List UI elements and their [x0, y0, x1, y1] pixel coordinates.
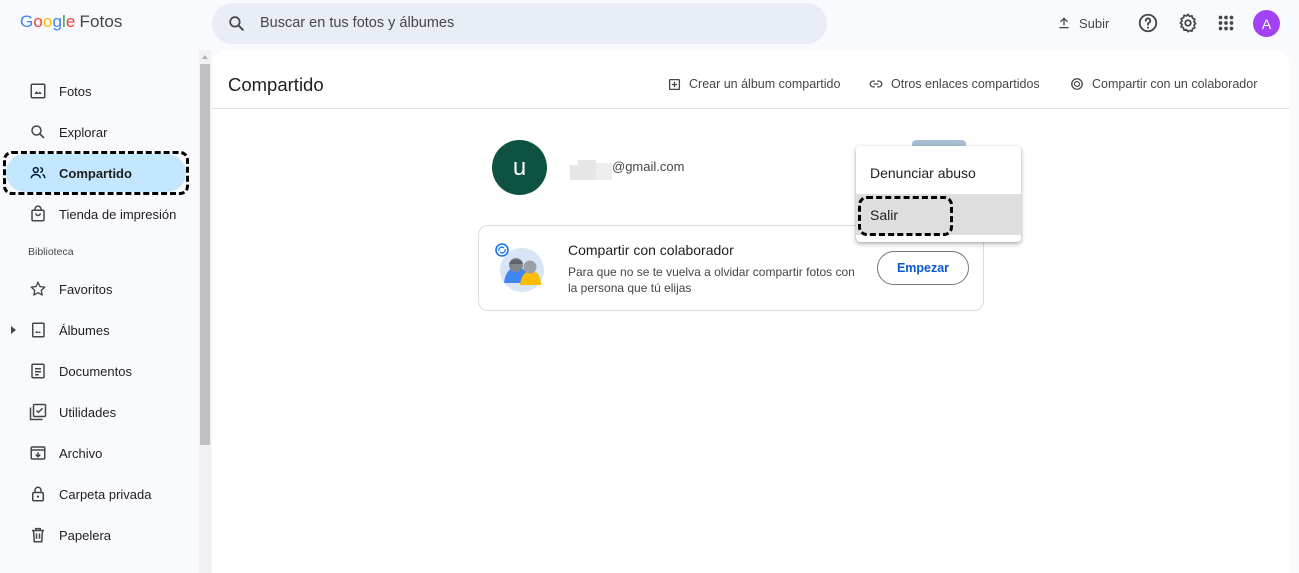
logo-letter: g — [52, 12, 63, 31]
share-with-partner-button[interactable]: Compartir con un colaborador — [1070, 77, 1257, 91]
page-title: Compartido — [228, 74, 324, 95]
sidebar-item-label: Carpeta privada — [59, 486, 152, 502]
lock-icon — [32, 486, 44, 502]
top-bar: Google Fotos Buscar en tus fotos y álbume… — [0, 0, 1299, 48]
sidebar-item-label: Fotos — [59, 83, 92, 99]
upload-button[interactable]: Subir — [1057, 13, 1109, 33]
logo-letter: e — [65, 12, 76, 31]
create-shared-album-button[interactable]: Crear un álbum compartido — [668, 77, 840, 91]
logo-letter: o — [33, 12, 43, 31]
account-avatar[interactable]: A — [1253, 10, 1280, 37]
shared-user-avatar[interactable]: u — [492, 140, 547, 195]
sidebar-item-label: Papelera — [59, 527, 112, 543]
scroll-up-arrow-icon[interactable] — [202, 55, 208, 59]
sidebar-item-papelera[interactable]: Papelera — [6, 516, 186, 554]
help-icon[interactable] — [1137, 12, 1159, 34]
sidebar-item-label: Explorar — [59, 124, 108, 140]
apps-grid-icon[interactable] — [1215, 12, 1237, 34]
section-label-biblioteca: Biblioteca — [28, 246, 74, 258]
sidebar-item-carpeta-privada[interactable]: Carpeta privada — [6, 475, 186, 513]
search-icon[interactable] — [227, 14, 246, 33]
album-icon — [32, 322, 45, 338]
search-icon — [31, 125, 45, 139]
start-button[interactable]: Empezar — [877, 251, 969, 285]
link-icon — [869, 80, 883, 88]
trash-icon — [32, 527, 44, 543]
other-shared-links-button[interactable]: Otros enlaces compartidos — [869, 77, 1040, 91]
utilities-icon — [29, 403, 47, 421]
upload-label: Subir — [1079, 15, 1110, 31]
shared-user-email: @gmail.com — [612, 159, 685, 174]
document-icon — [31, 363, 45, 379]
partner-sharing-illustration-icon — [495, 243, 544, 292]
sidebar-item-favoritos[interactable]: Favoritos — [6, 270, 186, 308]
card-title: Compartir con colaborador — [568, 242, 734, 258]
header-divider — [212, 108, 1290, 109]
add-box-icon — [668, 78, 681, 90]
card-description: Para que no se te vuelva a olvidar compa… — [568, 265, 855, 295]
photo-icon — [30, 83, 46, 99]
sidebar-item-archivo[interactable]: Archivo — [6, 434, 186, 472]
sidebar-item-albumes[interactable]: Álbumes — [6, 311, 186, 349]
upload-icon — [1059, 17, 1069, 29]
partner-share-icon — [1071, 78, 1083, 90]
sidebar-item-fotos[interactable]: Fotos — [6, 72, 186, 110]
action-label: Compartir con un colaborador — [1092, 77, 1258, 91]
sidebar-item-label: Archivo — [59, 445, 103, 461]
sidebar-item-utilidades[interactable]: Utilidades — [6, 393, 186, 431]
sidebar-item-label: Utilidades — [59, 404, 117, 420]
settings-icon[interactable] — [1177, 12, 1199, 34]
main-panel: Compartido Crear un álbum compartido Otr… — [212, 50, 1290, 573]
menu-item-report-abuse[interactable]: Denunciar abuso — [856, 152, 1021, 193]
sidebar-item-documentos[interactable]: Documentos — [6, 352, 186, 390]
sidebar-item-explorar[interactable]: Explorar — [6, 113, 186, 151]
redacted-email-mask — [570, 160, 612, 180]
highlight-annotation — [858, 196, 953, 236]
sidebar-item-tienda[interactable]: Tienda de impresión — [6, 195, 186, 233]
sidebar-item-label: Álbumes — [59, 322, 110, 338]
sidebar-item-label: Tienda de impresión — [59, 206, 177, 222]
google-fotos-logo[interactable]: Google Fotos — [20, 12, 123, 32]
sidebar-item-label: Documentos — [59, 363, 132, 379]
action-label: Crear un álbum compartido — [689, 77, 841, 91]
highlight-annotation — [3, 151, 189, 195]
sidebar: Fotos Explorar Compartido Tienda de impr… — [0, 50, 198, 573]
search-input[interactable]: Buscar en tus fotos y álbumes — [260, 15, 454, 31]
star-icon — [30, 281, 46, 296]
shopping-bag-icon — [31, 205, 45, 222]
logo-letter: G — [20, 12, 34, 31]
archive-icon — [30, 446, 46, 460]
sidebar-item-label: Favoritos — [59, 281, 113, 297]
scrollbar-thumb[interactable] — [200, 64, 210, 445]
logo-product-name: Fotos — [79, 12, 123, 31]
search-bar[interactable]: Buscar en tus fotos y álbumes — [212, 3, 827, 44]
action-label: Otros enlaces compartidos — [891, 77, 1040, 91]
